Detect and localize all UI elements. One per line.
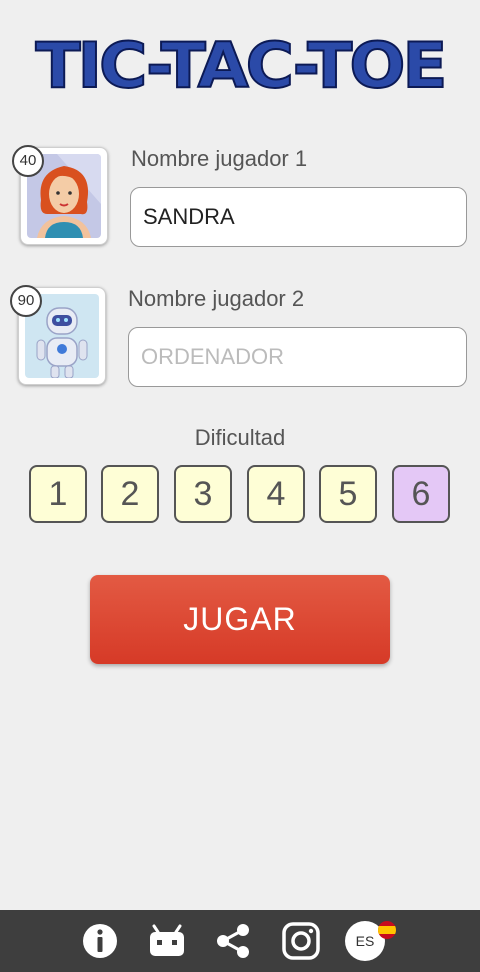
player2-level-badge: 90 — [10, 285, 42, 317]
difficulty-6-button[interactable]: 6 — [392, 465, 450, 523]
bottom-bar: ES — [0, 910, 480, 972]
player1-name-label: Nombre jugador 1 — [131, 146, 308, 171]
app-title: TIC-TAC-TOE — [34, 28, 448, 103]
android-icon[interactable] — [147, 921, 187, 961]
difficulty-label: Dificultad — [194, 425, 286, 450]
difficulty-1-button[interactable]: 1 — [29, 465, 87, 523]
spain-flag-icon — [378, 921, 396, 939]
info-icon[interactable] — [80, 921, 120, 961]
player1-name-input[interactable] — [130, 187, 467, 247]
difficulty-5-button[interactable]: 5 — [319, 465, 377, 523]
player1-level-badge: 40 — [12, 145, 44, 177]
player2-name-input[interactable] — [128, 327, 467, 387]
share-icon[interactable] — [213, 921, 253, 961]
difficulty-4-button[interactable]: 4 — [247, 465, 305, 523]
difficulty-3-button[interactable]: 3 — [174, 465, 232, 523]
play-button[interactable]: JUGAR — [90, 575, 390, 664]
difficulty-2-button[interactable]: 2 — [101, 465, 159, 523]
player2-name-label: Nombre jugador 2 — [128, 286, 305, 311]
instagram-icon[interactable] — [281, 921, 321, 961]
